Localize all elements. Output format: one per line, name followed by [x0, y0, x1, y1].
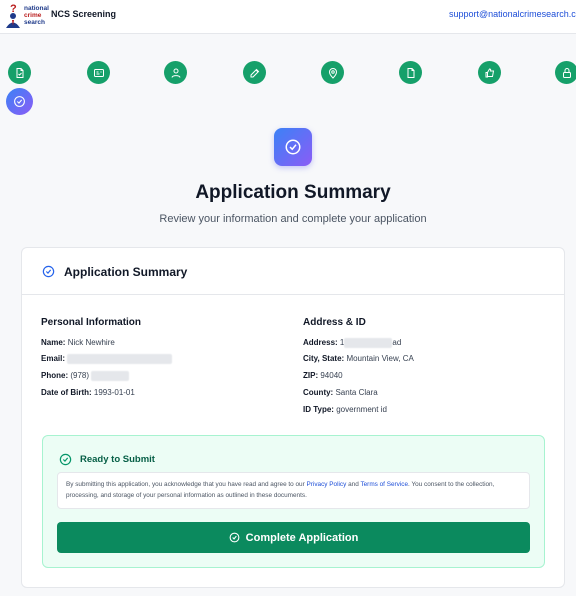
- user-icon: [171, 68, 180, 78]
- redacted-email: [67, 354, 173, 364]
- field-county: County: Santa Clara: [303, 388, 378, 397]
- location-pin-icon: [328, 67, 337, 79]
- document-icon: [16, 67, 23, 78]
- step-summary-current[interactable]: [6, 88, 33, 115]
- step-documents[interactable]: [399, 61, 422, 84]
- support-email-link[interactable]: support@nationalcrimesearch.com: [449, 9, 576, 19]
- card-title: Application Summary: [64, 265, 188, 279]
- step-id-card[interactable]: [87, 61, 110, 84]
- document-icon: [407, 67, 414, 78]
- field-address: Address: 1 ad: [303, 338, 402, 348]
- field-zip: ZIP: 94040: [303, 371, 343, 380]
- step-user[interactable]: [164, 61, 187, 84]
- address-id-title: Address & ID: [303, 317, 366, 328]
- field-dob: Date of Birth: 1993-01-01: [41, 388, 135, 397]
- step-address[interactable]: [321, 61, 344, 84]
- page-title: Application Summary: [195, 182, 391, 203]
- redacted-phone: [91, 371, 130, 381]
- field-phone: Phone: (978): [41, 371, 130, 381]
- complete-application-button[interactable]: Complete Application: [57, 522, 530, 553]
- summary-card: Application Summary Personal Information…: [21, 247, 565, 588]
- field-id-type: ID Type: government id: [303, 405, 387, 414]
- summary-hero-icon: [274, 128, 312, 166]
- ncs-logo[interactable]: ? national crime search: [2, 2, 49, 28]
- check-circle-icon: [59, 453, 72, 466]
- card-header: Application Summary: [22, 248, 564, 295]
- lock-icon: [562, 67, 571, 78]
- check-circle-icon: [285, 139, 301, 155]
- logo-text: national crime search: [24, 5, 49, 26]
- step-signature[interactable]: [243, 61, 266, 84]
- privacy-policy-link[interactable]: Privacy Policy: [307, 481, 347, 488]
- ready-title: Ready to Submit: [80, 454, 155, 465]
- complete-application-label: Complete Application: [245, 531, 359, 544]
- field-city-state: City, State: Mountain View, CA: [303, 354, 414, 363]
- logo-mark-icon: ?: [6, 3, 20, 28]
- field-name: Name: Nick Newhire: [41, 338, 115, 347]
- step-security[interactable]: [555, 61, 576, 84]
- personal-info-title: Personal Information: [41, 317, 142, 328]
- step-document[interactable]: [8, 61, 31, 84]
- check-circle-icon: [14, 96, 25, 107]
- field-email: Email:: [41, 354, 173, 364]
- check-circle-icon: [42, 265, 55, 278]
- page-subtitle: Review your information and complete you…: [159, 213, 427, 225]
- check-circle-icon: [229, 532, 240, 543]
- consent-text: By submitting this application, you ackn…: [57, 472, 530, 509]
- top-bar: ? national crime search NCS Screening su…: [0, 0, 576, 34]
- app-name: NCS Screening: [51, 9, 117, 19]
- terms-of-service-link[interactable]: Terms of Service: [360, 481, 408, 488]
- pencil-icon: [250, 68, 259, 77]
- thumbs-up-icon: [485, 67, 494, 77]
- id-card-icon: [93, 68, 104, 77]
- ready-to-submit-panel: Ready to Submit By submitting this appli…: [42, 435, 545, 568]
- step-consent[interactable]: [478, 61, 501, 84]
- redacted-address: [344, 338, 393, 348]
